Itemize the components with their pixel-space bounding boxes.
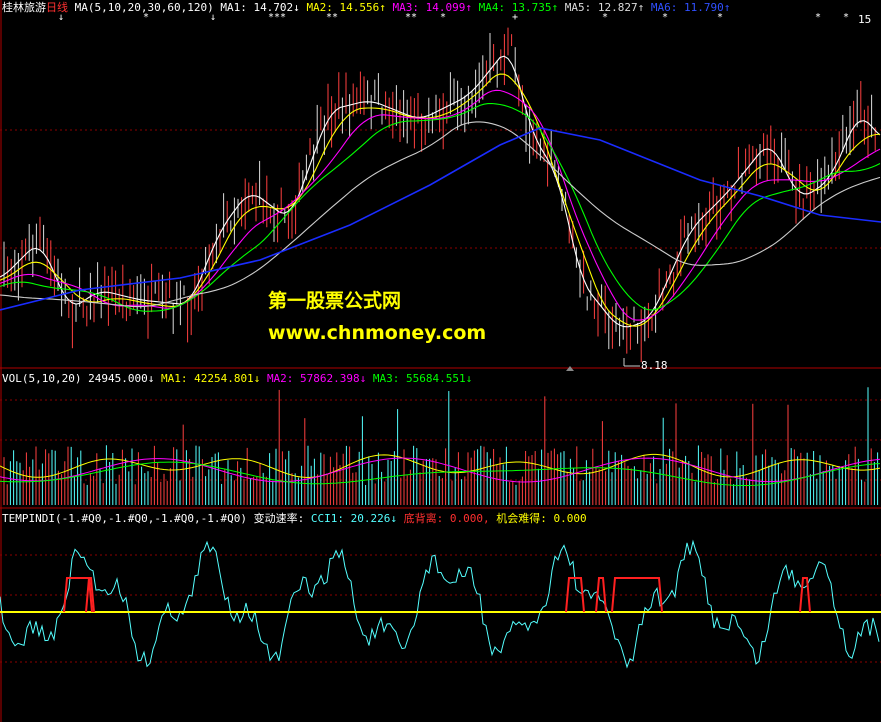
- period-label[interactable]: 日线: [46, 1, 68, 14]
- price-axis-label: 15: [858, 13, 872, 26]
- vol-indicator-name: VOL(5,10,20): [2, 372, 82, 385]
- ma5-value: MA5: 12.827↑: [564, 1, 645, 14]
- stock-name[interactable]: 桂林旅游: [2, 1, 46, 14]
- price-panel-header: 桂林旅游日线 MA(5,10,20,30,60,120) MA1: 14.702…: [2, 2, 730, 14]
- tempindi-indicator-name: TEMPINDI(-1.#Q0,-1.#Q0,-1.#Q0,-1.#Q0): [2, 512, 248, 525]
- watermark-title: 第一股票公式网: [268, 290, 402, 312]
- event-marker: *: [815, 12, 821, 23]
- cci1-value: CCI1: 20.226↓: [310, 512, 398, 525]
- vol-ma1-value: MA1: 42254.801↓: [160, 372, 261, 385]
- bottom-divergence-value: 底背离: 0.000,: [403, 512, 490, 525]
- vol-value: 24945.000↓: [88, 372, 155, 385]
- ma5-line: [0, 121, 881, 308]
- ma3-value: MA3: 14.099↑: [392, 1, 473, 14]
- watermark-url: www.chnmoney.com: [268, 322, 487, 344]
- cci1-line: [0, 539, 880, 669]
- ma6-value: MA6: 11.790↑: [650, 1, 731, 14]
- speed-label: 变动速率:: [253, 512, 305, 525]
- low-price-marker: 8.18: [641, 359, 668, 372]
- ma1-value: MA1: 14.702↓: [220, 1, 300, 14]
- volume-panel-header: VOL(5,10,20) 24945.000↓ MA1: 42254.801↓ …: [2, 373, 472, 385]
- tempindi-panel-header: TEMPINDI(-1.#Q0,-1.#Q0,-1.#Q0,-1.#Q0) 变动…: [2, 513, 587, 525]
- stock-chart-canvas[interactable]: ↓ * ↓ *** ** ** * + * * * * *: [0, 0, 881, 722]
- ma4-line: [0, 102, 881, 312]
- opportunity-value: 机会难得: 0.000: [496, 512, 587, 525]
- ma2-value: MA2: 14.556↑: [306, 1, 386, 14]
- ma4-value: MA4: 13.735↑: [478, 1, 559, 14]
- vol-ma2-value: MA2: 57862.398↓: [266, 372, 367, 385]
- event-marker: *: [843, 12, 849, 23]
- ma-indicator-name: MA(5,10,20,30,60,120): [74, 1, 214, 14]
- vol-ma3-value: MA3: 55684.551↓: [372, 372, 473, 385]
